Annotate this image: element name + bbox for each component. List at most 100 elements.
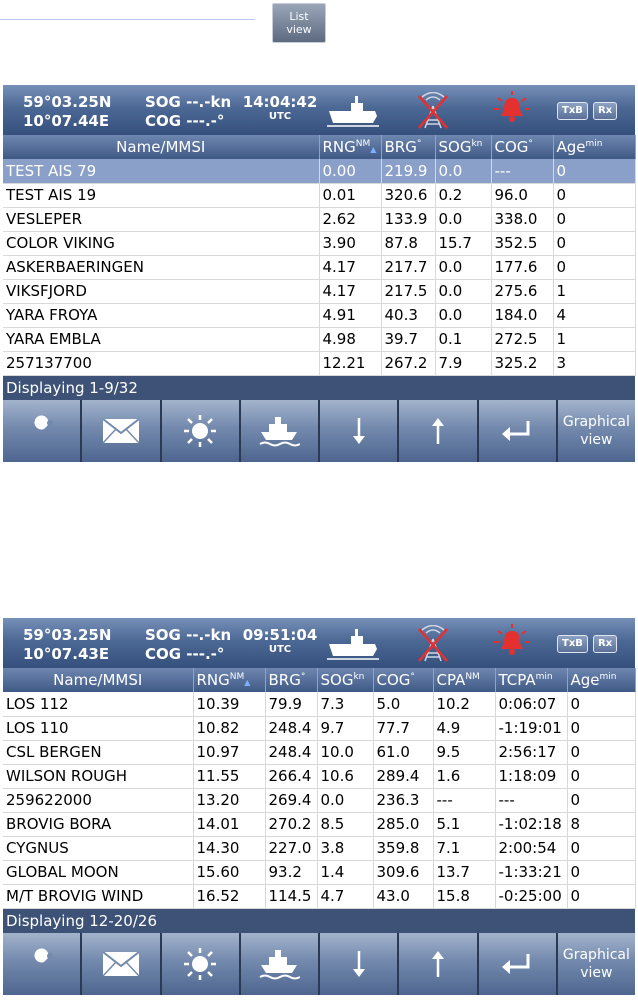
table-row[interactable]: CSL BERGEN 10.97 248.4 10.0 61.0 9.5 2:56:17 0 bbox=[3, 740, 636, 765]
ship-button[interactable] bbox=[240, 932, 318, 995]
column-header-sog[interactable]: SOGkn bbox=[435, 135, 492, 159]
column-header-cpa[interactable]: CPANM bbox=[433, 668, 496, 692]
column-header-cog[interactable]: COG° bbox=[373, 668, 434, 692]
table-row[interactable]: YARA EMBLA 4.98 39.7 0.1 272.5 1 bbox=[3, 327, 636, 352]
sun-button[interactable] bbox=[161, 932, 239, 995]
table-cell: 10.0 bbox=[317, 740, 374, 765]
table-cell: 184.0 bbox=[491, 303, 554, 328]
enter-button[interactable] bbox=[478, 399, 556, 462]
table-cell: 217.5 bbox=[381, 279, 436, 304]
table-row[interactable]: TEST AIS 79 0.00 219.9 0.0 --- 0 bbox=[3, 159, 636, 184]
column-header-brg[interactable]: BRG° bbox=[265, 668, 318, 692]
table-cell: 2.62 bbox=[319, 207, 382, 232]
column-header-cog[interactable]: COG° bbox=[491, 135, 554, 159]
table-cell: 0 bbox=[567, 836, 636, 861]
sun-button[interactable] bbox=[161, 399, 239, 462]
list-view-button[interactable]: List view bbox=[272, 3, 326, 43]
wrench-button[interactable] bbox=[3, 932, 81, 995]
arrow-up-button[interactable] bbox=[399, 932, 477, 995]
rx-indicator[interactable]: Rx bbox=[593, 102, 618, 120]
arrow-down-button[interactable] bbox=[320, 932, 398, 995]
column-header-rng[interactable]: RNGNM▲ bbox=[319, 135, 382, 159]
column-header-brg[interactable]: BRG° bbox=[381, 135, 436, 159]
table-cell: 0.0 bbox=[435, 279, 492, 304]
clock: 14:04:42 UTC bbox=[239, 94, 321, 123]
table-cell: 10.82 bbox=[193, 716, 266, 741]
table-cell: 10.2 bbox=[433, 692, 496, 717]
table-row[interactable]: YARA FROYA 4.91 40.3 0.0 184.0 4 bbox=[3, 303, 636, 328]
table-cell: TEST AIS 79 bbox=[3, 159, 320, 184]
table-row[interactable]: BROVIG BORA 14.01 270.2 8.5 285.0 5.1 -1:02:18… bbox=[3, 812, 636, 837]
table-cell: 266.4 bbox=[265, 764, 318, 789]
table-cell: 4.7 bbox=[317, 884, 374, 909]
table-cell: 217.7 bbox=[381, 255, 436, 280]
table-row[interactable]: 257137700 12.21 267.2 7.9 325.2 3 bbox=[3, 351, 636, 376]
table-cell: 8.5 bbox=[317, 812, 374, 837]
table-row[interactable]: GLOBAL MOON 15.60 93.2 1.4 309.6 13.7 -1:33:21… bbox=[3, 860, 636, 885]
column-title: Name/MMSI bbox=[53, 671, 143, 689]
table-cell: 4.91 bbox=[319, 303, 382, 328]
alarm-bell-icon[interactable] bbox=[493, 90, 531, 128]
rx-indicator[interactable]: Rx bbox=[593, 635, 618, 653]
column-header-sog[interactable]: SOGkn bbox=[317, 668, 374, 692]
ship-icon bbox=[258, 947, 301, 981]
envelope-button[interactable] bbox=[82, 399, 160, 462]
table-cell: 3.90 bbox=[319, 231, 382, 256]
table-row[interactable]: TEST AIS 19 0.01 320.6 0.2 96.0 0 bbox=[3, 183, 636, 208]
table-row[interactable]: VESLEPER 2.62 133.9 0.0 338.0 0 bbox=[3, 207, 636, 232]
table-cell: --- bbox=[495, 788, 568, 813]
table-cell: 275.6 bbox=[491, 279, 554, 304]
envelope-button[interactable] bbox=[82, 932, 160, 995]
column-header-tcpa[interactable]: TCPAmin bbox=[495, 668, 568, 692]
table-cell: 0.0 bbox=[435, 303, 492, 328]
table-row[interactable]: CYGNUS 14.30 227.0 3.8 359.8 7.1 2:00:54 0 bbox=[3, 836, 636, 861]
antenna-fault-icon[interactable] bbox=[416, 624, 450, 663]
enter-button[interactable] bbox=[478, 932, 556, 995]
table-cell: 0 bbox=[567, 788, 636, 813]
table-row[interactable]: LOS 110 10.82 248.4 9.7 77.7 4.9 -1:19:01 0 bbox=[3, 716, 636, 741]
speed-course-readout: SOG --.-kn COG ---.-° bbox=[145, 93, 231, 131]
table-cell: 257137700 bbox=[3, 351, 320, 376]
table-cell: 61.0 bbox=[373, 740, 434, 765]
table-cell: 248.4 bbox=[265, 740, 318, 765]
column-header-name-mmsi[interactable]: Name/MMSI bbox=[3, 135, 320, 159]
clock-unit: UTC bbox=[268, 644, 292, 655]
column-header-name-mmsi[interactable]: Name/MMSI bbox=[3, 668, 194, 692]
alarm-bell-icon[interactable] bbox=[493, 623, 531, 661]
graphical-view-button[interactable]: Graphical view bbox=[557, 932, 635, 995]
sog-value: SOG --.-kn bbox=[145, 626, 232, 644]
column-header-age[interactable]: Agemin bbox=[567, 668, 636, 692]
status-bar: Displaying 1-9/32 bbox=[3, 375, 635, 400]
table-cell: 7.3 bbox=[317, 692, 374, 717]
arrow-down-button[interactable] bbox=[320, 399, 398, 462]
table-cell: 0.2 bbox=[435, 183, 492, 208]
arrow-up-button[interactable] bbox=[399, 399, 477, 462]
ship-button[interactable] bbox=[240, 399, 318, 462]
table-row[interactable]: COLOR VIKING 3.90 87.8 15.7 352.5 0 bbox=[3, 231, 636, 256]
column-header-age[interactable]: Agemin bbox=[553, 135, 636, 159]
graphical-view-button[interactable]: Graphical view bbox=[557, 399, 635, 462]
wrench-button[interactable] bbox=[3, 399, 81, 462]
column-header-rng[interactable]: RNGNM▲ bbox=[193, 668, 266, 692]
ais-list-panel-1: 59°03.25N 10°07.44E SOG --.-kn COG ---.-° 14… bbox=[3, 85, 636, 462]
table-cell: 0 bbox=[553, 231, 636, 256]
graphical-view-label-2: view bbox=[580, 431, 613, 448]
txb-indicator[interactable]: TxB bbox=[557, 635, 588, 653]
table-row[interactable]: ASKERBAERINGEN 4.17 217.7 0.0 177.6 0 bbox=[3, 255, 636, 280]
table-cell: 4.98 bbox=[319, 327, 382, 352]
table-cell: 0 bbox=[553, 183, 636, 208]
table-row[interactable]: 259622000 13.20 269.4 0.0 236.3 --- --- 0 bbox=[3, 788, 636, 813]
table-row[interactable]: WILSON ROUGH 11.55 266.4 10.6 289.4 1.6 1:18:0… bbox=[3, 764, 636, 789]
ship-icon bbox=[258, 414, 301, 448]
table-cell: 0.0 bbox=[317, 788, 374, 813]
antenna-fault-icon[interactable] bbox=[416, 91, 450, 130]
table-row[interactable]: M/T BROVIG WIND 16.52 114.5 4.7 43.0 15.8 -0:2… bbox=[3, 884, 636, 909]
table-cell: -1:19:01 bbox=[495, 716, 568, 741]
table-cell: 0 bbox=[553, 255, 636, 280]
table-cell: 2:56:17 bbox=[495, 740, 568, 765]
table-row[interactable]: LOS 112 10.39 79.9 7.3 5.0 10.2 0:06:07 0 bbox=[3, 692, 636, 717]
txb-indicator[interactable]: TxB bbox=[557, 102, 588, 120]
table-cell: 177.6 bbox=[491, 255, 554, 280]
table-row[interactable]: VIKSFJORD 4.17 217.5 0.0 275.6 1 bbox=[3, 279, 636, 304]
ais-list-panel-2: 59°03.25N 10°07.43E SOG --.-kn COG ---.-° 09… bbox=[3, 618, 636, 1001]
